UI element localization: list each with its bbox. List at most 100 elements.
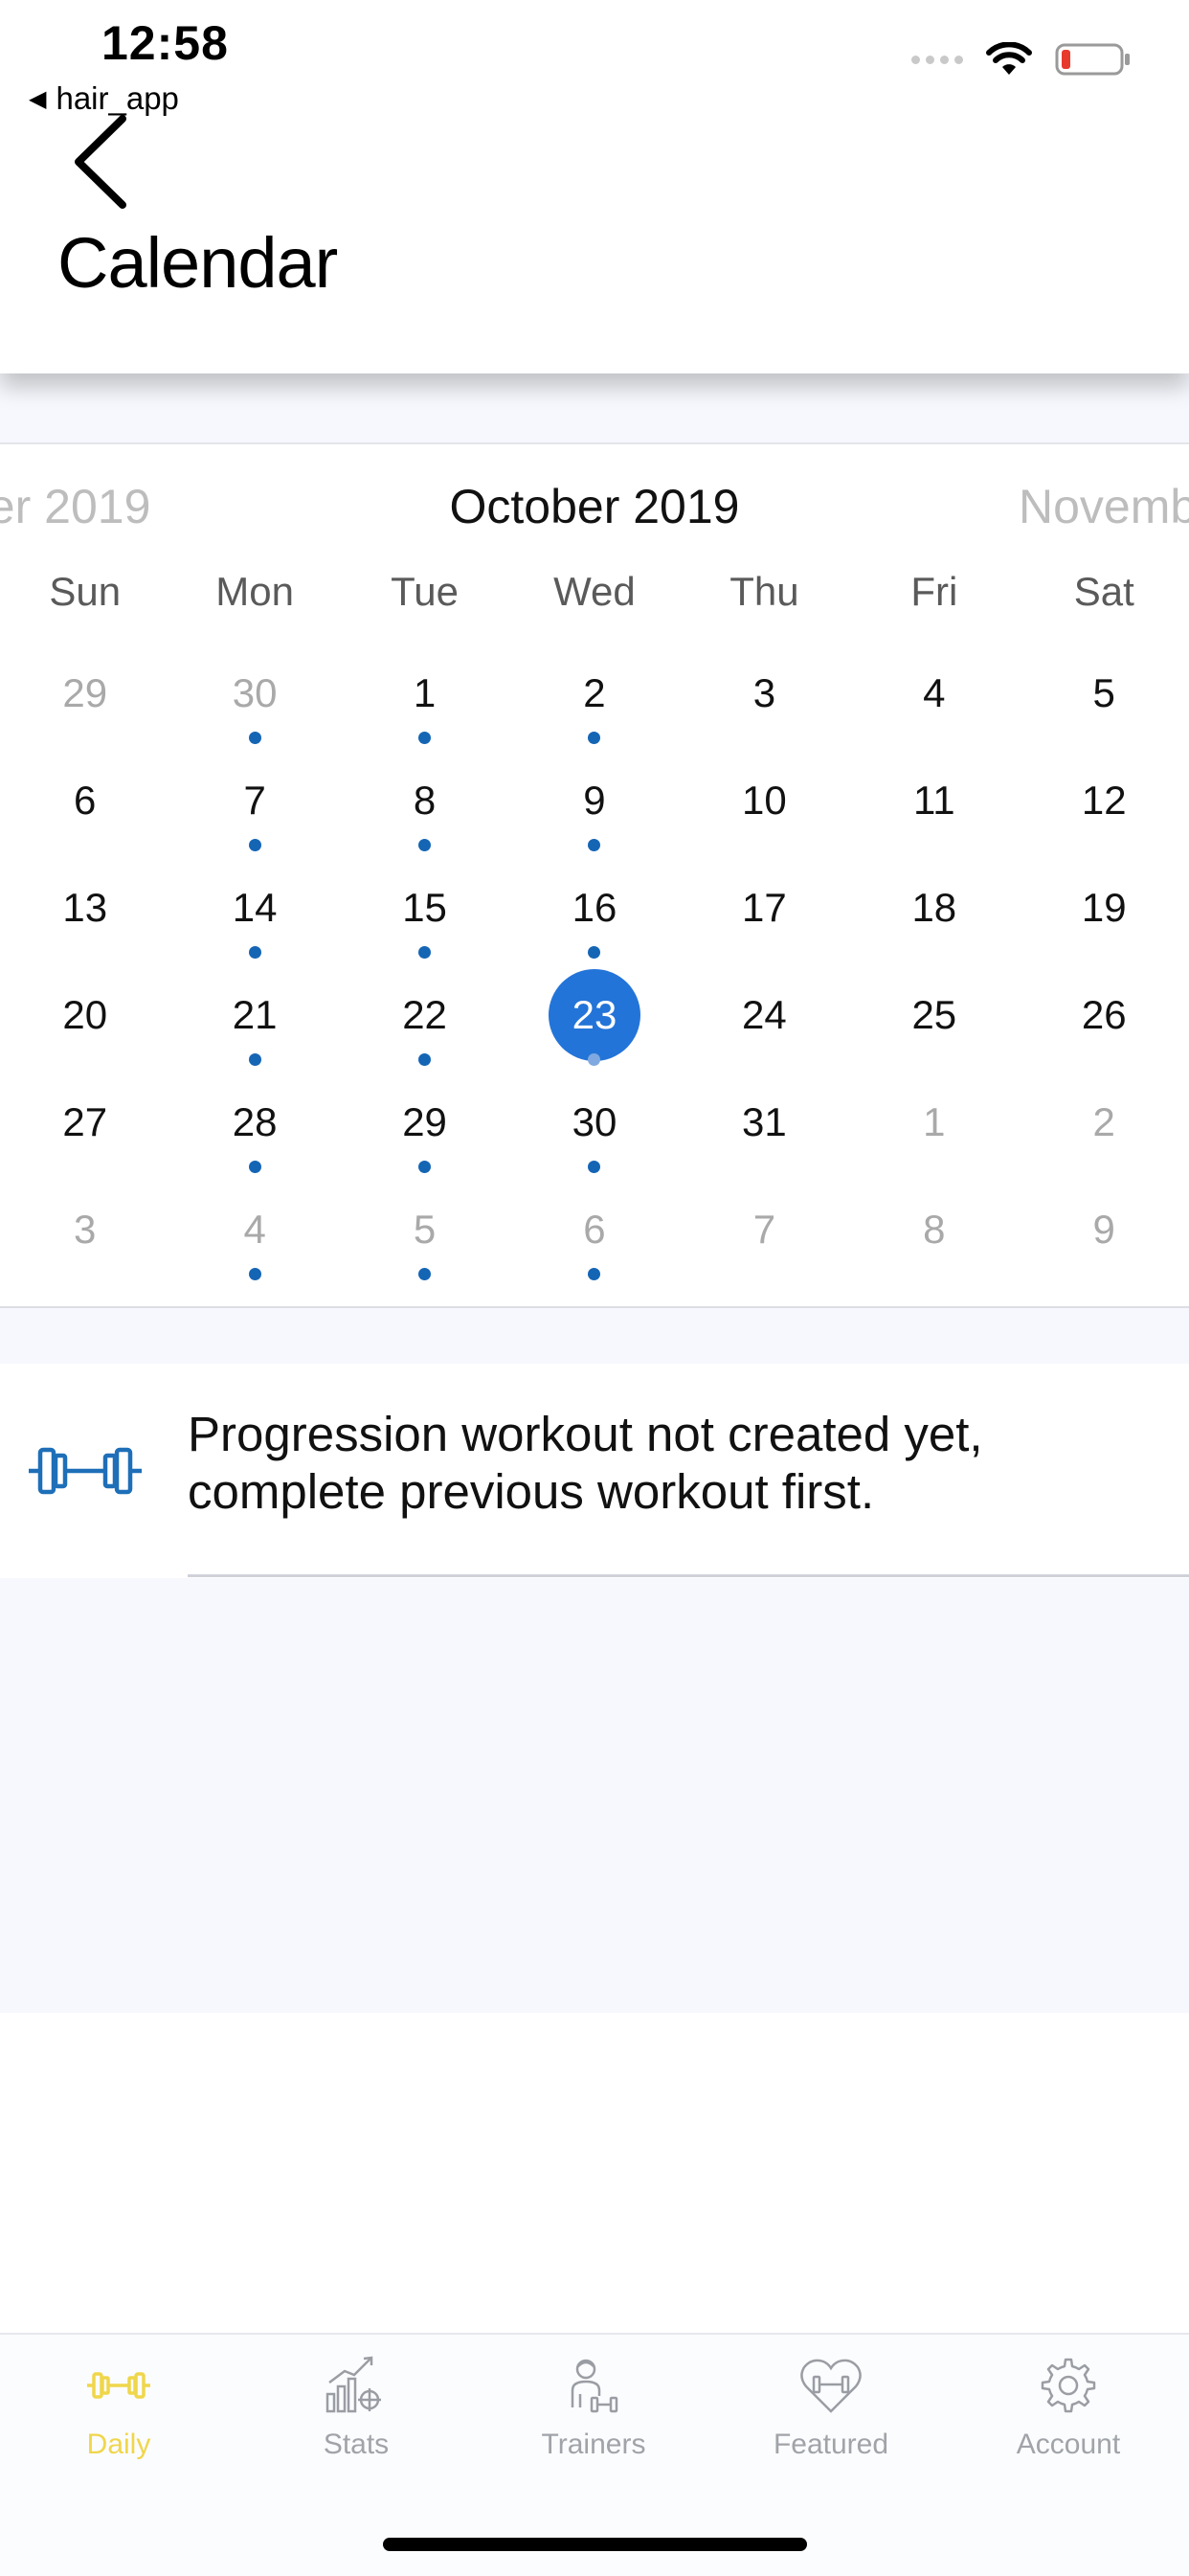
- calendar-day[interactable]: 30: [169, 647, 339, 755]
- day-number: 23: [548, 969, 640, 1061]
- calendar-day[interactable]: 3: [0, 1184, 169, 1291]
- day-number: 18: [911, 885, 957, 930]
- calendar-day[interactable]: 1: [340, 647, 509, 755]
- calendar-day[interactable]: 1: [849, 1076, 1019, 1184]
- weekday-label: Thu: [729, 569, 799, 614]
- back-chevron-icon[interactable]: [67, 113, 134, 211]
- battery-icon: [1055, 43, 1130, 76]
- calendar-day[interactable]: 2: [509, 647, 679, 755]
- calendar-day[interactable]: 21: [169, 969, 339, 1076]
- day-number: 11: [913, 778, 955, 823]
- calendar-day[interactable]: 4: [849, 647, 1019, 755]
- calendar-day[interactable]: 26: [1020, 969, 1189, 1076]
- calendar-day[interactable]: 11: [849, 755, 1019, 862]
- dumbbell-icon: [29, 1447, 142, 1495]
- weekday-label: Fri: [910, 569, 958, 614]
- workout-indicator-dot: [588, 1268, 601, 1280]
- day-number: 30: [572, 1099, 617, 1144]
- calendar-top-band: [0, 373, 1189, 444]
- workout-indicator-dot: [588, 1053, 601, 1066]
- calendar-day[interactable]: 5: [1020, 647, 1189, 755]
- day-number: 5: [413, 1207, 437, 1252]
- status-icons: [911, 42, 1132, 77]
- calendar-day[interactable]: 28: [169, 1076, 339, 1184]
- calendar-day[interactable]: 29: [0, 647, 169, 755]
- day-number: 4: [243, 1207, 266, 1252]
- calendar-day[interactable]: 2: [1020, 1076, 1189, 1184]
- tab-label: Daily: [86, 2429, 151, 2460]
- calendar-day[interactable]: 18: [849, 862, 1019, 969]
- day-grid: 29 30 1 2 3 4 5 6 7 8 9 10 11 12 13 14 15 16 17 18 19 20 21 22 2…: [0, 647, 1189, 1291]
- calendar-day[interactable]: 9: [509, 755, 679, 862]
- tab-account[interactable]: Account: [950, 2356, 1187, 2499]
- tab-trainers[interactable]: Trainers: [475, 2356, 712, 2499]
- day-number: 29: [62, 670, 108, 715]
- calendar-day[interactable]: 16: [509, 862, 679, 969]
- day-number: 27: [62, 1099, 108, 1144]
- weekday-label: Wed: [553, 569, 636, 614]
- calendar-day[interactable]: 9: [1020, 1184, 1189, 1291]
- calendar-day-selected[interactable]: 23: [509, 969, 679, 1076]
- calendar-day[interactable]: 8: [340, 755, 509, 862]
- workout-indicator-dot: [418, 1161, 432, 1173]
- calendar-day[interactable]: 24: [680, 969, 849, 1076]
- tab-daily[interactable]: Daily: [0, 2356, 237, 2499]
- calendar-day[interactable]: 10: [680, 755, 849, 862]
- day-number: 6: [74, 778, 97, 823]
- tab-label: Featured: [773, 2429, 889, 2460]
- calendar-day[interactable]: 25: [849, 969, 1019, 1076]
- calendar-day[interactable]: 27: [0, 1076, 169, 1184]
- calendar-day[interactable]: 17: [680, 862, 849, 969]
- day-number: 8: [413, 778, 437, 823]
- tab-featured[interactable]: Featured: [712, 2356, 950, 2499]
- calendar-day[interactable]: 12: [1020, 755, 1189, 862]
- calendar: ber 2019 October 2019 Novemb Sun Mon Tue…: [0, 444, 1189, 1308]
- calendar-day[interactable]: 14: [169, 862, 339, 969]
- day-number: 2: [1092, 1099, 1115, 1144]
- calendar-day[interactable]: 19: [1020, 862, 1189, 969]
- wifi-icon: [986, 42, 1032, 75]
- status-time: 12:58: [101, 16, 229, 70]
- dumbbell-icon: [87, 2372, 150, 2399]
- tab-label: Account: [1016, 2429, 1121, 2460]
- calendar-day[interactable]: 3: [680, 647, 849, 755]
- calendar-day[interactable]: 29: [340, 1076, 509, 1184]
- workout-message-row[interactable]: Progression workout not created yet, com…: [0, 1364, 1189, 1578]
- workout-message-line-1: Progression workout not created yet,: [188, 1407, 983, 1461]
- tab-stats[interactable]: Stats: [237, 2356, 475, 2499]
- day-number: 13: [62, 885, 108, 930]
- calendar-day[interactable]: 7: [169, 755, 339, 862]
- calendar-day[interactable]: 5: [340, 1184, 509, 1291]
- calendar-day[interactable]: 6: [0, 755, 169, 862]
- day-number: 1: [923, 1099, 946, 1144]
- calendar-day[interactable]: 6: [509, 1184, 679, 1291]
- day-number: 10: [742, 778, 787, 823]
- weekday-header: Sun Mon Tue Wed Thu Fri Sat: [0, 569, 1189, 615]
- header: 12:58 ◀ hair_app Calendar: [0, 0, 1189, 373]
- cellular-signal-icon: [911, 55, 963, 64]
- day-number: 24: [742, 992, 787, 1037]
- calendar-day[interactable]: 31: [680, 1076, 849, 1184]
- calendar-day[interactable]: 20: [0, 969, 169, 1076]
- calendar-day[interactable]: 7: [680, 1184, 849, 1291]
- day-number: 16: [572, 885, 617, 930]
- workout-indicator-dot: [588, 732, 601, 744]
- day-number: 30: [232, 670, 278, 715]
- workout-indicator-dot: [418, 1053, 432, 1066]
- next-month-label[interactable]: Novemb: [1019, 479, 1189, 534]
- workout-indicator-dot: [418, 946, 432, 959]
- day-number: 7: [752, 1207, 776, 1252]
- calendar-day[interactable]: 22: [340, 969, 509, 1076]
- calendar-day[interactable]: 8: [849, 1184, 1019, 1291]
- current-month-label: October 2019: [449, 480, 740, 533]
- calendar-day[interactable]: 30: [509, 1076, 679, 1184]
- calendar-day[interactable]: 15: [340, 862, 509, 969]
- day-number: 5: [1092, 670, 1115, 715]
- day-number: 28: [232, 1099, 278, 1144]
- back-triangle-icon: ◀: [29, 85, 47, 112]
- back-to-app-link[interactable]: ◀ hair_app: [29, 80, 179, 117]
- calendar-day[interactable]: 13: [0, 862, 169, 969]
- row-divider: [188, 1574, 1189, 1577]
- calendar-day[interactable]: 4: [169, 1184, 339, 1291]
- workout-indicator-dot: [248, 1161, 261, 1173]
